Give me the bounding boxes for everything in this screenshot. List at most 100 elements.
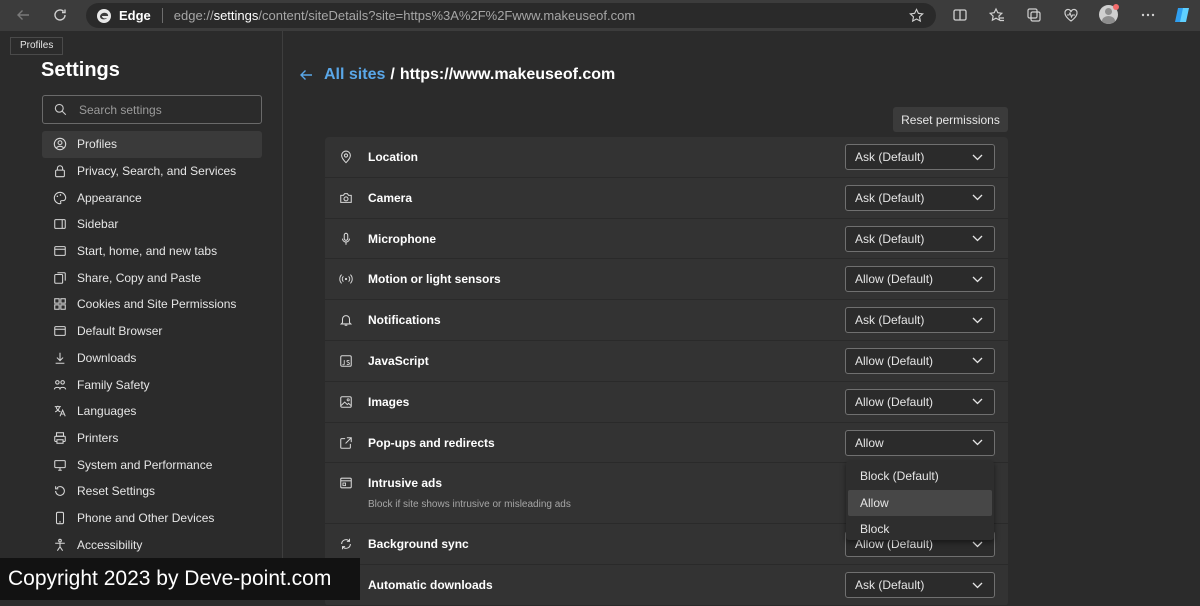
sidebar-item-system[interactable]: System and Performance (42, 451, 262, 478)
copyright-watermark: Copyright 2023 by Deve-point.com (0, 558, 360, 600)
sidebar-item-label: Profiles (77, 137, 118, 152)
split-screen-icon[interactable] (948, 4, 972, 26)
automatic-downloads-select[interactable]: Ask (Default) (845, 572, 995, 599)
sidebar-item-privacy[interactable]: Privacy, Search, and Services (42, 158, 262, 185)
sidebar-icon (51, 215, 69, 233)
microphone-select[interactable]: Ask (Default) (845, 225, 995, 252)
motion-sensors-select[interactable]: Allow (Default) (845, 266, 995, 293)
dropdown-option-block-default[interactable]: Block (Default) (848, 463, 992, 490)
sidebar-item-accessibility[interactable]: Accessibility (42, 531, 262, 558)
chevron-down-icon (972, 358, 983, 364)
browser-icon (51, 322, 69, 340)
permission-label: Microphone (368, 231, 436, 246)
back-arrow-icon[interactable] (298, 67, 314, 83)
permission-label: Automatic downloads (368, 578, 493, 593)
family-icon (51, 376, 69, 394)
permission-row-motion-sensors: Motion or light sensors Allow (Default) (325, 259, 1008, 301)
sidebar-item-start-home[interactable]: Start, home, and new tabs (42, 238, 262, 265)
select-value: Ask (Default) (855, 313, 925, 328)
sidebar-item-profiles[interactable]: Profiles (42, 131, 262, 158)
sidebar-item-label: Phone and Other Devices (77, 510, 215, 525)
sidebar-item-label: Printers (77, 430, 119, 445)
reset-icon (51, 482, 69, 500)
dropdown-option-allow[interactable]: Allow (848, 489, 992, 517)
popups-select[interactable]: Allow (845, 429, 995, 456)
location-icon (338, 149, 354, 165)
profiles-tooltip: Profiles (10, 37, 64, 55)
chevron-down-icon (972, 276, 983, 283)
collections-icon[interactable] (1022, 4, 1046, 26)
sidebar-item-phone[interactable]: Phone and Other Devices (42, 505, 262, 532)
bell-icon (338, 312, 354, 328)
browser-essentials-icon[interactable] (1059, 4, 1083, 26)
camera-icon (338, 190, 354, 206)
edge-logo-icon (97, 8, 111, 23)
camera-select[interactable]: Ask (Default) (845, 184, 995, 211)
copilot-icon[interactable] (1170, 4, 1194, 26)
popup-icon (338, 435, 354, 451)
search-placeholder: Search settings (79, 102, 162, 117)
site-permissions-panel: All sites / https://www.makeuseof.com Re… (284, 31, 1200, 606)
breadcrumb-separator: / (390, 66, 395, 83)
sidebar-item-downloads[interactable]: Downloads (42, 345, 262, 372)
settings-title: Settings (41, 59, 120, 81)
permission-label: Motion or light sensors (368, 272, 501, 287)
system-icon (51, 456, 69, 474)
sidebar-item-label: System and Performance (77, 457, 213, 472)
search-settings-input[interactable]: Search settings (42, 95, 262, 124)
sidebar-item-family-safety[interactable]: Family Safety (42, 371, 262, 398)
refresh-icon[interactable] (48, 4, 72, 26)
permission-row-notifications: Notifications Ask (Default) (325, 300, 1008, 341)
palette-icon (51, 189, 69, 207)
sidebar-item-cookies[interactable]: Cookies and Site Permissions (42, 291, 262, 318)
sidebar-item-languages[interactable]: Languages (42, 398, 262, 425)
chevron-down-icon (972, 398, 983, 405)
permission-label: Location (368, 150, 418, 164)
sidebar-item-reset[interactable]: Reset Settings (42, 478, 262, 505)
sidebar-item-label: Sidebar (77, 217, 119, 232)
javascript-select[interactable]: Allow (Default) (845, 347, 995, 374)
sidebar-item-sidebar[interactable]: Sidebar (42, 211, 262, 238)
sidebar-item-label: Family Safety (77, 377, 150, 392)
sidebar-item-label: Languages (77, 404, 137, 419)
sidebar-item-default-browser[interactable]: Default Browser (42, 318, 262, 345)
favorite-star-icon[interactable] (909, 8, 924, 23)
permission-row-location: Location Ask (Default) (325, 137, 1008, 178)
printer-icon (51, 429, 69, 447)
permission-description: Block if site shows intrusive or mislead… (368, 499, 571, 511)
sidebar-item-printers[interactable]: Printers (42, 425, 262, 452)
permission-row-javascript: JavaScript Allow (Default) (325, 341, 1008, 382)
chevron-down-icon (972, 439, 983, 446)
sidebar-item-label: Appearance (77, 190, 142, 205)
reset-permissions-button[interactable]: Reset permissions (893, 107, 1008, 132)
home-icon (51, 242, 69, 260)
chevron-down-icon (972, 317, 983, 324)
select-value: Allow (Default) (855, 394, 934, 409)
more-menu-icon[interactable] (1136, 4, 1160, 26)
permission-label: Images (368, 394, 410, 409)
address-bar[interactable]: Edge edge://settings/content/siteDetails… (86, 3, 936, 28)
profile-icon (51, 135, 69, 153)
notifications-select[interactable]: Ask (Default) (845, 307, 995, 334)
sidebar-item-label: Privacy, Search, and Services (77, 164, 237, 179)
favorites-icon[interactable] (985, 4, 1009, 26)
accessibility-icon (51, 536, 69, 554)
dropdown-option-block[interactable]: Block (848, 516, 992, 543)
images-select[interactable]: Allow (Default) (845, 388, 995, 415)
all-sites-link[interactable]: All sites (324, 66, 385, 84)
browser-name: Edge (119, 8, 151, 23)
sidebar-item-appearance[interactable]: Appearance (42, 184, 262, 211)
breadcrumb: All sites / https://www.makeuseof.com (298, 66, 615, 84)
sidebar-item-label: Default Browser (77, 324, 163, 339)
permission-label: JavaScript (368, 353, 429, 368)
sidebar-item-label: Share, Copy and Paste (77, 270, 202, 285)
location-select[interactable]: Ask (Default) (845, 144, 995, 170)
sidebar-item-label: Downloads (77, 350, 137, 365)
image-icon (338, 394, 354, 410)
chevron-down-icon (972, 235, 983, 242)
select-value: Allow (Default) (855, 353, 934, 368)
sidebar-item-share-copy[interactable]: Share, Copy and Paste (42, 264, 262, 291)
settings-nav: Profiles Privacy, Search, and Services A… (42, 131, 262, 558)
share-icon (51, 269, 69, 287)
back-icon[interactable] (11, 4, 35, 26)
